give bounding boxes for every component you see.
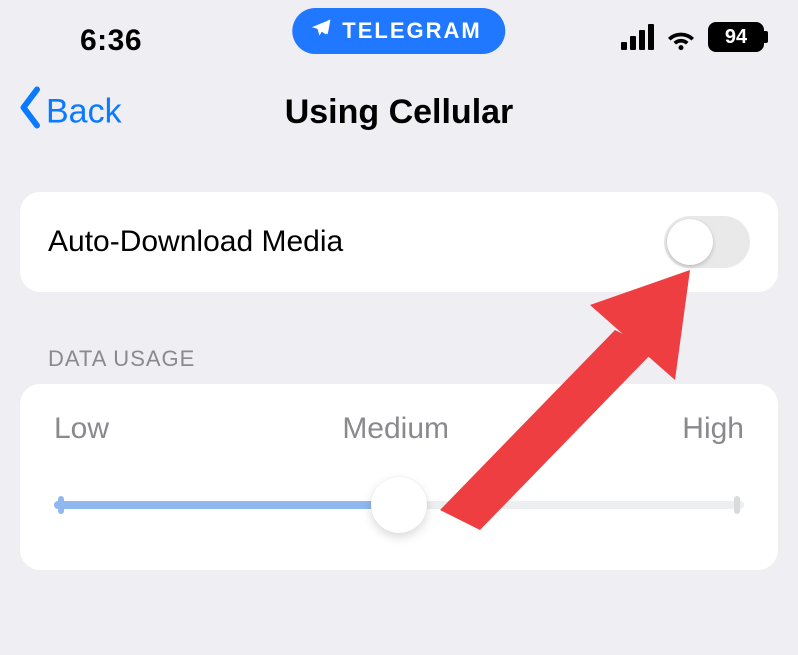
battery-indicator: 94 [708,22,768,52]
back-label: Back [46,93,122,132]
switch-knob [667,219,713,265]
wifi-icon [666,22,696,52]
auto-download-toggle[interactable] [664,216,750,268]
app-pill-label: TELEGRAM [342,18,481,44]
back-button[interactable]: Back [16,87,122,138]
telegram-icon [310,17,332,45]
data-usage-section-header: DATA USAGE [48,346,750,372]
battery-percent: 94 [708,22,764,52]
auto-download-row[interactable]: Auto-Download Media [48,216,750,268]
nav-bar: Back Using Cellular [0,72,798,152]
data-usage-card: Low Medium High [20,384,778,570]
slider-tick-high [734,496,740,514]
chevron-left-icon [16,87,46,138]
cellular-signal-icon [621,24,654,50]
status-right: 94 [621,22,768,52]
clock-time: 6:36 [80,24,142,58]
slider-tick-low [58,496,64,514]
slider-track-filled [54,501,399,509]
slider-label-low: Low [54,412,109,446]
data-usage-slider[interactable] [54,480,744,530]
slider-label-medium: Medium [342,412,449,446]
page-title: Using Cellular [285,93,514,132]
app-pill[interactable]: TELEGRAM [292,8,505,54]
auto-download-card: Auto-Download Media [20,192,778,292]
slider-labels: Low Medium High [54,412,744,446]
status-bar: 6:36 TELEGRAM 94 [0,0,798,72]
slider-label-high: High [682,412,744,446]
slider-knob[interactable] [371,477,427,533]
auto-download-label: Auto-Download Media [48,225,343,259]
